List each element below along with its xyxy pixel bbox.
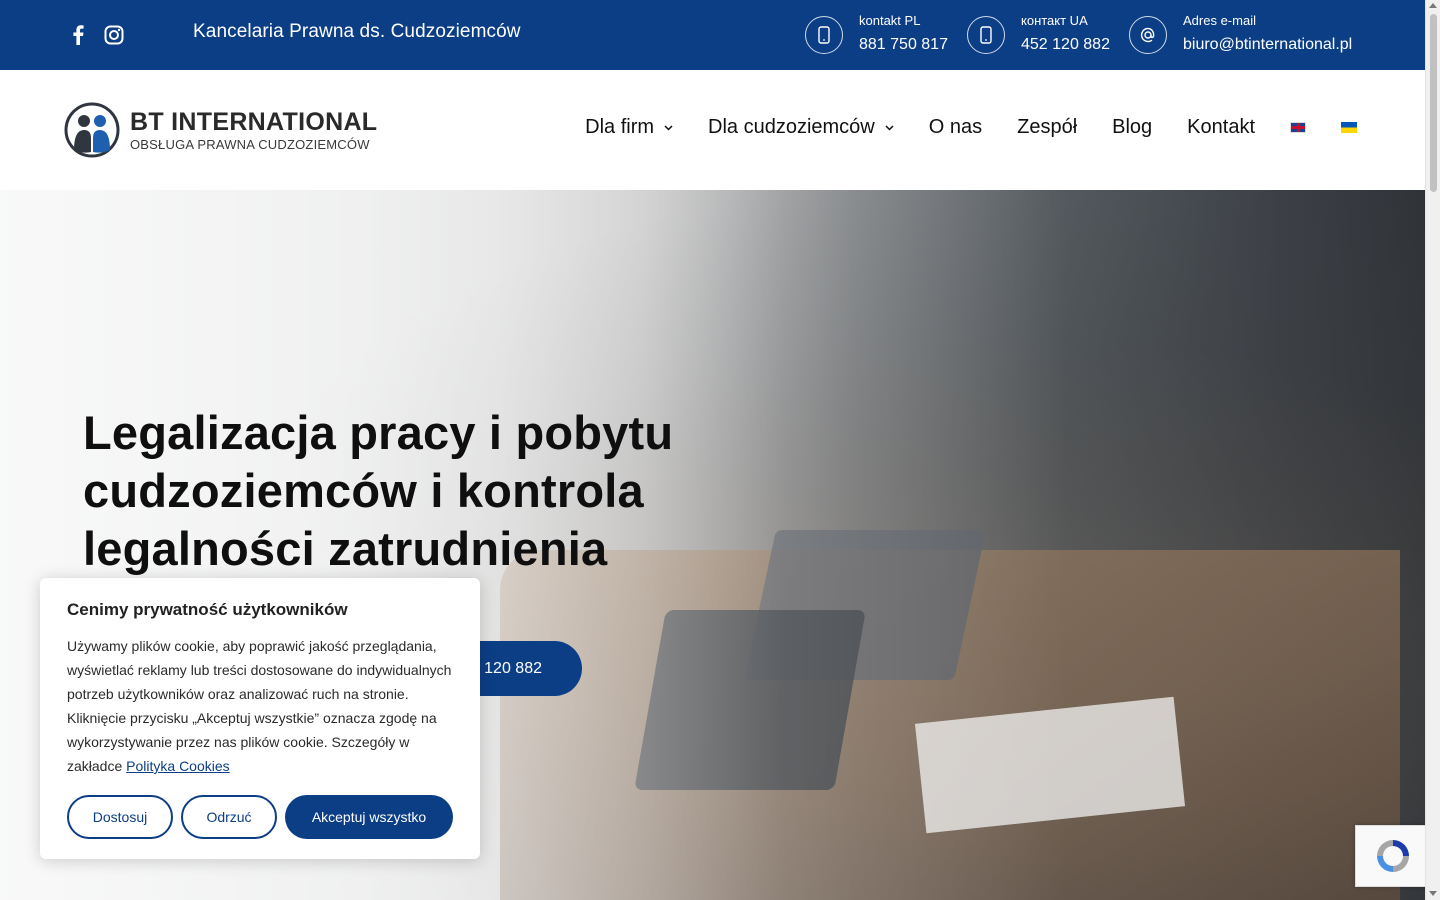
chevron-down-icon	[664, 122, 673, 134]
nav-dla-cudzoziemcow[interactable]: Dla cudzoziemców	[708, 116, 894, 139]
phone-icon	[967, 16, 1005, 54]
contact-pl[interactable]: kontakt PL 881 750 817	[805, 14, 948, 54]
page-scrollbar[interactable]	[1425, 0, 1440, 900]
reject-button[interactable]: Odrzuć	[181, 795, 277, 839]
contact-email-address[interactable]: biuro@btinternational.pl	[1183, 36, 1352, 54]
scrollbar-thumb[interactable]	[1430, 14, 1437, 192]
contact-email[interactable]: Adres e-mail biuro@btinternational.pl	[1129, 14, 1352, 54]
nav-label: Kontakt	[1187, 116, 1255, 138]
contact-label: Adres e-mail	[1183, 13, 1256, 28]
facebook-icon[interactable]	[68, 24, 88, 46]
contact-phone-pl[interactable]: 881 750 817	[859, 36, 948, 54]
nav-label: Blog	[1112, 116, 1153, 138]
cookie-policy-link[interactable]: Polityka Cookies	[126, 758, 230, 774]
logo-title: BT INTERNATIONAL	[130, 107, 378, 136]
cookie-text: Używamy plików cookie, aby poprawić jako…	[67, 634, 453, 778]
chevron-down-icon	[885, 122, 894, 134]
scroll-down-icon[interactable]	[1429, 891, 1437, 896]
hero-call-label: 120 882	[484, 659, 542, 677]
nav-blog[interactable]: Blog	[1112, 116, 1152, 139]
logo-subtitle: OBSŁUGA PRAWNA CUDZOZIEMCÓW	[130, 136, 370, 152]
cookie-body: Używamy plików cookie, aby poprawić jako…	[67, 638, 452, 774]
nav-kontakt[interactable]: Kontakt	[1187, 116, 1255, 139]
customize-button[interactable]: Dostosuj	[67, 795, 173, 839]
top-bar-tagline: Kancelaria Prawna ds. Cudzoziemców	[193, 21, 521, 42]
logo-mark-icon	[64, 102, 120, 158]
contact-label: контакт UA	[1021, 13, 1088, 28]
contact-phone-ua[interactable]: 452 120 882	[1021, 36, 1110, 54]
nav-label: Zespół	[1017, 116, 1078, 138]
instagram-icon[interactable]	[104, 24, 124, 46]
ua-flag-icon[interactable]	[1341, 122, 1357, 133]
top-bar: Kancelaria Prawna ds. Cudzoziemców konta…	[0, 0, 1425, 70]
nav-dla-firm[interactable]: Dla firm	[585, 116, 673, 139]
cookie-title: Cenimy prywatność użytkowników	[67, 600, 348, 619]
nav-label: Dla firm	[585, 116, 655, 138]
hero-heading: Legalizacja pracy i pobytu cudzoziemców …	[83, 406, 674, 575]
cookie-consent-dialog: Cenimy prywatność użytkowników Używamy p…	[40, 578, 480, 859]
contact-ua[interactable]: контакт UA 452 120 882	[967, 14, 1110, 54]
at-icon	[1129, 16, 1167, 54]
scroll-up-icon[interactable]	[1429, 3, 1437, 8]
social-links	[68, 24, 124, 46]
main-nav: Dla firm Dla cudzoziemców O nas Zespół B…	[550, 116, 1357, 139]
logo[interactable]: BT INTERNATIONAL OBSŁUGA PRAWNA CUDZOZIE…	[64, 102, 377, 158]
uk-flag-icon[interactable]	[1290, 122, 1306, 133]
main-header: BT INTERNATIONAL OBSŁUGA PRAWNA CUDZOZIE…	[0, 70, 1425, 190]
nav-label: O nas	[928, 116, 983, 138]
nav-o-nas[interactable]: O nas	[929, 116, 982, 139]
contact-label: kontakt PL	[859, 13, 921, 28]
accept-all-button[interactable]: Akceptuj wszystko	[285, 795, 453, 839]
recaptcha-badge[interactable]	[1355, 825, 1430, 887]
recaptcha-icon	[1377, 840, 1409, 872]
nav-zespol[interactable]: Zespół	[1017, 116, 1077, 139]
phone-icon	[805, 16, 843, 54]
nav-label: Dla cudzoziemców	[708, 116, 875, 138]
